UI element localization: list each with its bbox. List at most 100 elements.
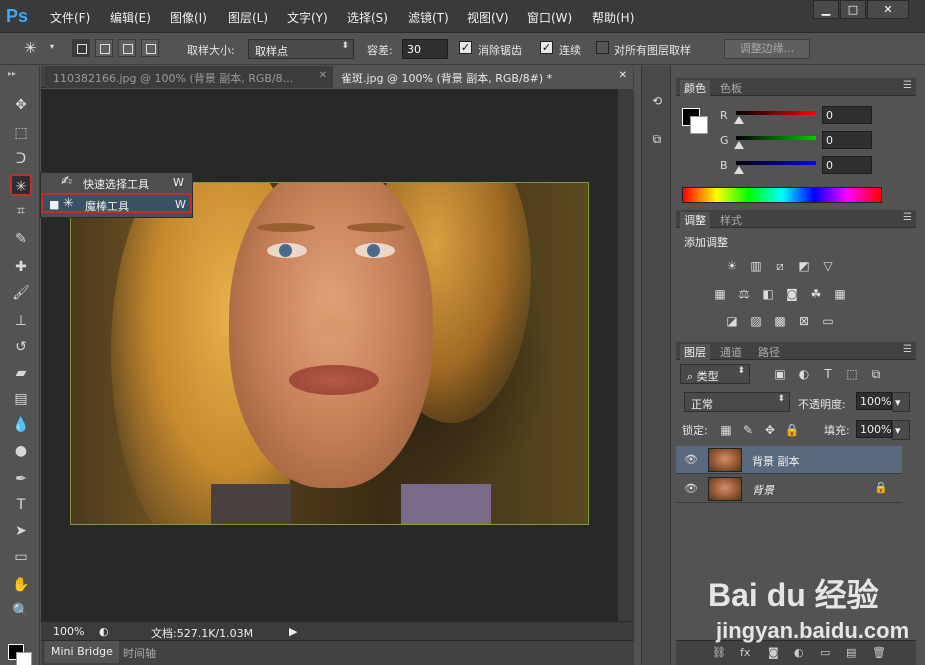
intersect-selection-button[interactable] (141, 39, 159, 57)
marquee-tool-icon[interactable]: ⬚ (10, 122, 32, 144)
collapse-icon[interactable]: ▸▸ (8, 69, 16, 78)
sample-size-select[interactable]: 取样点 ⬍ (248, 39, 354, 59)
history-brush-tool-icon[interactable]: ↺ (10, 336, 32, 358)
tolerance-input[interactable]: 30 (402, 39, 448, 59)
channel-mixer-icon[interactable]: ☘ (808, 286, 824, 302)
new-layer-icon[interactable]: ▤ (846, 646, 856, 659)
hue-saturation-icon[interactable]: ▦ (712, 286, 728, 302)
vibrance-icon[interactable]: ▽ (820, 258, 836, 274)
tab-timeline[interactable]: 时间轴 (123, 645, 156, 661)
menu-help[interactable]: 帮助(H) (592, 9, 634, 26)
panel-menu-icon[interactable]: ☰ (903, 344, 912, 355)
red-slider-thumb[interactable] (734, 116, 744, 124)
properties-icon[interactable]: ⧉ (648, 132, 666, 150)
color-spectrum-bar[interactable] (682, 187, 882, 203)
lock-transparent-icon[interactable]: ▦ (718, 422, 734, 438)
curves-icon[interactable]: ⧄ (772, 258, 788, 274)
blue-slider[interactable] (736, 161, 816, 165)
filter-smart-object-icon[interactable]: ⧉ (868, 366, 884, 382)
green-slider-thumb[interactable] (734, 141, 744, 149)
magic-wand-preset-icon[interactable]: ✳ (24, 39, 37, 57)
opacity-input[interactable]: 100% (856, 392, 892, 410)
pen-tool-icon[interactable]: ✒ (10, 468, 32, 490)
filter-type-icon[interactable]: T (820, 366, 836, 382)
gradient-map-icon[interactable]: ▭ (820, 313, 836, 329)
menu-edit[interactable]: 编辑(E) (110, 9, 151, 26)
tab-styles[interactable]: 样式 (716, 212, 746, 228)
chevron-down-icon[interactable]: ▾ (50, 42, 54, 51)
minimize-button[interactable]: ▁ (813, 0, 839, 19)
type-tool-icon[interactable]: T (10, 494, 32, 516)
close-icon[interactable]: ✕ (319, 70, 327, 81)
color-balance-icon[interactable]: ⚖ (736, 286, 752, 302)
blend-mode-select[interactable]: 正常 ⬍ (684, 392, 790, 412)
opacity-dropdown[interactable]: ▾ (892, 392, 910, 412)
visibility-eye-icon[interactable]: 👁 (684, 453, 698, 466)
document-tab-1[interactable]: 110382166.jpg @ 100% (背景 副本, RGB/8... ✕ (45, 66, 333, 88)
levels-icon[interactable]: ▥ (748, 258, 764, 274)
delete-layer-icon[interactable]: 🗑 (872, 646, 886, 659)
healing-brush-tool-icon[interactable]: ✚ (10, 256, 32, 278)
crop-tool-icon[interactable]: ⌗ (10, 200, 32, 222)
contiguous-checkbox[interactable]: ✓ (540, 41, 553, 54)
add-selection-button[interactable] (95, 39, 113, 57)
close-icon[interactable]: ✕ (619, 70, 627, 81)
menu-select[interactable]: 选择(S) (347, 9, 388, 26)
layer-row[interactable]: 👁 背景 🔒 (676, 475, 902, 503)
play-icon[interactable]: ▶ (289, 625, 297, 638)
lock-all-icon[interactable]: 🔒 (784, 422, 800, 438)
black-white-icon[interactable]: ◧ (760, 286, 776, 302)
maximize-button[interactable]: □ (840, 0, 866, 19)
layer-filter-select[interactable]: ⌕ 类型 ⬍ (680, 364, 750, 384)
eraser-tool-icon[interactable]: ▰ (10, 362, 32, 384)
brightness-icon[interactable]: ☀ (724, 258, 740, 274)
green-slider[interactable] (736, 136, 816, 140)
gradient-tool-icon[interactable]: ▤ (10, 388, 32, 410)
quick-selection-tool-item[interactable]: ✍ 快速选择工具 W (41, 173, 192, 193)
layer-style-icon[interactable]: fx (740, 646, 750, 659)
posterize-icon[interactable]: ▨ (748, 313, 764, 329)
background-color-swatch[interactable] (16, 652, 32, 665)
hand-tool-icon[interactable]: ✋ (10, 574, 32, 596)
tab-adjustments[interactable]: 调整 (680, 212, 710, 229)
eyedropper-tool-icon[interactable]: ✎ (10, 228, 32, 250)
tab-swatches[interactable]: 色板 (716, 80, 746, 96)
photo-filter-icon[interactable]: ◙ (784, 286, 800, 302)
panel-menu-icon[interactable]: ☰ (903, 80, 912, 91)
tab-paths[interactable]: 路径 (754, 344, 784, 360)
invert-icon[interactable]: ◪ (724, 313, 740, 329)
menu-window[interactable]: 窗口(W) (527, 9, 572, 26)
layer-name[interactable]: 背景 副本 (752, 453, 800, 469)
menu-type[interactable]: 文字(Y) (287, 9, 328, 26)
blue-slider-thumb[interactable] (734, 166, 744, 174)
zoom-level[interactable]: 100% (53, 625, 84, 638)
lock-pixels-icon[interactable]: ✎ (740, 422, 756, 438)
vertical-scrollbar[interactable] (617, 89, 634, 621)
menu-filter[interactable]: 滤镜(T) (408, 9, 449, 26)
magic-wand-tool-icon[interactable]: ✳ (10, 174, 32, 196)
green-value-input[interactable]: 0 (822, 131, 872, 149)
filter-adjustment-icon[interactable]: ◐ (796, 366, 812, 382)
red-slider[interactable] (736, 111, 816, 115)
menu-file[interactable]: 文件(F) (50, 9, 90, 26)
color-lookup-icon[interactable]: ▦ (832, 286, 848, 302)
subtract-selection-button[interactable] (118, 39, 136, 57)
adjustment-layer-icon[interactable]: ◐ (794, 646, 804, 659)
history-icon[interactable]: ⟲ (648, 94, 666, 112)
portrait-image[interactable] (70, 182, 589, 525)
blur-tool-icon[interactable]: 💧 (10, 414, 32, 436)
visibility-eye-icon[interactable]: 👁 (684, 482, 698, 495)
layer-name[interactable]: 背景 (752, 482, 774, 498)
menu-view[interactable]: 视图(V) (467, 9, 509, 26)
lasso-tool-icon[interactable]: ᑐ (10, 148, 32, 170)
layer-row[interactable]: 👁 背景 副本 (676, 446, 902, 474)
threshold-icon[interactable]: ▩ (772, 313, 788, 329)
move-tool-icon[interactable]: ✥ (10, 94, 32, 116)
close-button[interactable]: ✕ (867, 0, 909, 19)
lock-position-icon[interactable]: ✥ (762, 422, 778, 438)
magic-wand-tool-item[interactable]: ■ ✳ 魔棒工具 W (41, 193, 192, 213)
tab-color[interactable]: 颜色 (680, 80, 710, 97)
exposure-icon[interactable]: ◩ (796, 258, 812, 274)
rectangle-tool-icon[interactable]: ▭ (10, 546, 32, 568)
new-group-icon[interactable]: ▭ (820, 646, 830, 659)
